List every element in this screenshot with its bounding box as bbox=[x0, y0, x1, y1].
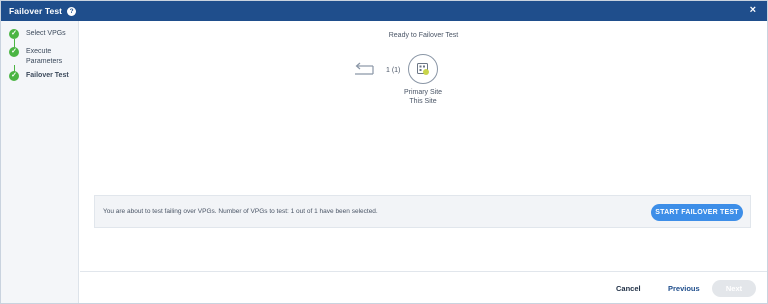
check-icon: ✓ bbox=[9, 71, 19, 81]
info-bar: You are about to test failing over VPGs.… bbox=[94, 195, 751, 228]
site-subtitle: This Site bbox=[409, 97, 437, 105]
start-failover-test-button[interactable]: START FAILOVER TEST bbox=[651, 204, 743, 221]
cancel-button[interactable]: Cancel bbox=[616, 284, 641, 293]
primary-site-node[interactable] bbox=[408, 54, 438, 84]
check-icon: ✓ bbox=[9, 47, 19, 57]
step-select-vpgs[interactable]: ✓ Select VPGs bbox=[9, 29, 78, 39]
check-icon: ✓ bbox=[9, 29, 19, 39]
step-label: Select VPGs bbox=[26, 30, 66, 37]
step-execute-parameters[interactable]: ✓ Execute Parameters bbox=[9, 47, 78, 67]
close-icon[interactable]: × bbox=[750, 4, 756, 16]
dialog-footer: Cancel Previous Next bbox=[80, 271, 767, 303]
vpg-count: 1 (1) bbox=[386, 67, 401, 74]
previous-button[interactable]: Previous bbox=[668, 284, 700, 293]
main-content: Ready to Failover Test 1 (1) Primary Sit… bbox=[80, 21, 767, 271]
site-label: Primary Site This Site bbox=[380, 89, 466, 106]
step-label: Failover Test bbox=[26, 72, 69, 79]
wizard-steps-sidebar: ✓ Select VPGs ✓ Execute Parameters ✓ Fai… bbox=[1, 21, 79, 303]
dialog-titlebar: Failover Test ? × bbox=[1, 1, 767, 21]
next-button[interactable]: Next bbox=[712, 280, 756, 297]
failover-arrow-icon bbox=[355, 62, 374, 75]
info-text: You are about to test failing over VPGs.… bbox=[103, 208, 378, 215]
step-label: Execute Parameters bbox=[26, 48, 63, 65]
failover-test-dialog: Failover Test ? × ✓ Select VPGs ✓ Execut… bbox=[0, 0, 768, 304]
help-icon[interactable]: ? bbox=[67, 6, 77, 16]
site-icon bbox=[417, 63, 429, 75]
step-failover-test[interactable]: ✓ Failover Test bbox=[9, 71, 78, 81]
dialog-title: Failover Test bbox=[9, 6, 63, 16]
status-text: Ready to Failover Test bbox=[388, 32, 459, 39]
site-name: Primary Site bbox=[403, 89, 443, 96]
